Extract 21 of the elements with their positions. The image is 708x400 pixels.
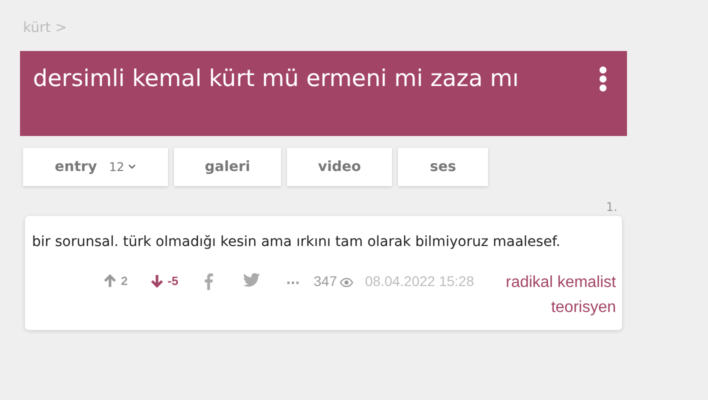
topic-title: dersimli kemal kürt mü ermeni mi zaza mı bbox=[33, 65, 520, 94]
vote-button[interactable]: -5 bbox=[150, 270, 178, 292]
view-count: 347 bbox=[314, 272, 337, 291]
arrow-up-icon bbox=[102, 274, 117, 288]
vote-button[interactable]: 2 bbox=[102, 270, 128, 292]
caret-icon bbox=[128, 164, 136, 170]
vote-count: 2 bbox=[120, 274, 128, 288]
entry-number: 1. bbox=[606, 200, 618, 214]
vote-count: -5 bbox=[168, 274, 178, 288]
more-button[interactable]: ... bbox=[286, 270, 300, 290]
tab[interactable]: ses bbox=[398, 148, 488, 186]
entry-text: bir sorunsal. türk olmadığı kesin ama ırkını tam olarak bilmiyoruz maalesef. bbox=[32, 233, 562, 252]
author-link[interactable]: radikal kemalist teorisyen bbox=[486, 270, 616, 320]
more-options-icon[interactable] bbox=[599, 66, 607, 92]
arrow-down-icon bbox=[150, 274, 164, 288]
facebook-icon[interactable] bbox=[204, 273, 214, 290]
tab[interactable]: video bbox=[287, 148, 392, 186]
bird-icon[interactable] bbox=[243, 273, 260, 287]
eye-icon bbox=[340, 278, 353, 287]
tab[interactable]: entry 12 bbox=[23, 148, 168, 186]
tab[interactable]: galeri bbox=[174, 148, 281, 186]
